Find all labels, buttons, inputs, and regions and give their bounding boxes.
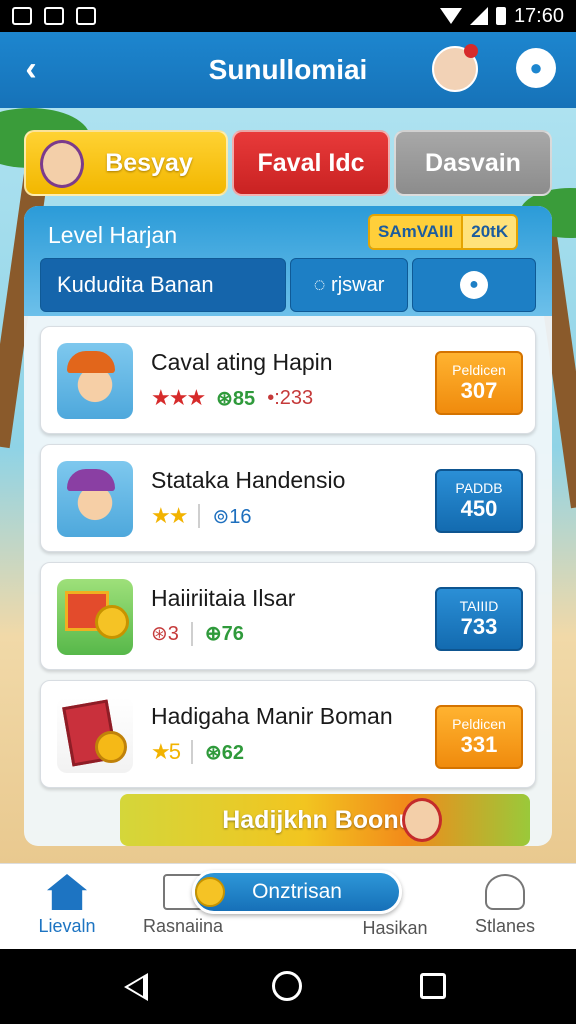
character-avatar <box>402 798 442 842</box>
tab-faval-idc[interactable]: Faval Idc <box>232 130 390 196</box>
character-avatar <box>40 140 84 188</box>
coin-icon <box>95 605 129 639</box>
currency-pill-value: 20tK <box>463 216 517 248</box>
page-title: Sunullomiai <box>208 54 368 85</box>
app-bar: ‹ Sunullomiai ● <box>0 32 576 108</box>
medal-icon <box>95 731 127 763</box>
system-back-icon[interactable] <box>124 973 148 1001</box>
price-label: PADDB <box>455 480 503 496</box>
price-value: 307 <box>460 378 498 403</box>
coin-icon <box>195 877 225 907</box>
item-name: Caval ating Hapin <box>151 349 333 375</box>
system-navigation-bar <box>0 949 576 1024</box>
signal-icon <box>469 7 488 25</box>
stat-score: ⊛85 <box>216 387 256 410</box>
image-notification-icon <box>44 7 64 25</box>
nav-label: Lievaln <box>38 916 96 936</box>
character-thumbnail <box>57 461 133 537</box>
chat-icon: ● <box>460 271 488 299</box>
stat-count: ⊕76 <box>204 623 244 645</box>
tab-label: Faval Idc <box>257 148 365 177</box>
item-name: Hadigaha Manir Boman <box>151 703 393 729</box>
item-stats: ⊛3 ⊕76 <box>151 621 244 646</box>
stat-score: ⊛3 <box>151 623 179 645</box>
gift-thumbnail <box>57 579 133 655</box>
app-notification-icon <box>76 7 96 25</box>
panel-title: Level Harjan <box>48 222 178 248</box>
divider <box>198 504 201 528</box>
hat-icon <box>67 351 115 373</box>
level-item[interactable]: Stataka Handensio ★★ ⊚16 PADDB 450 <box>40 444 536 552</box>
price-value: 733 <box>460 614 498 639</box>
price-button[interactable]: Peldicen 331 <box>435 705 523 769</box>
tab-dasvain[interactable]: Dasvain <box>394 130 552 196</box>
divider <box>190 740 193 764</box>
divider <box>190 621 193 646</box>
nav-center-label: Onztrisan <box>252 880 342 903</box>
filter-label: Kududita Banan <box>57 272 214 297</box>
status-time: 17:60 <box>513 4 564 27</box>
filter-button[interactable]: ◌ rjswar <box>290 258 408 312</box>
star-rating: ★★ <box>151 503 188 528</box>
level-item[interactable]: Haiiriitaia Ilsar ⊛3 ⊕76 TAIIID 733 <box>40 562 536 670</box>
home-icon <box>47 874 87 910</box>
notification-badge-icon <box>464 44 478 58</box>
nav-item-5[interactable]: Stlanes <box>450 874 560 937</box>
stat-score: ⊚16 <box>212 505 252 528</box>
price-value: 331 <box>460 732 498 757</box>
price-value: 450 <box>460 496 498 521</box>
price-button[interactable]: PADDB 450 <box>435 469 523 533</box>
price-label: Peldicen <box>452 362 506 378</box>
price-label: TAIIID <box>459 598 499 614</box>
currency-pill: SAmVAIII 20tK <box>368 214 519 250</box>
nav-item-4[interactable]: Hasikan <box>340 918 450 939</box>
book-thumbnail <box>57 697 133 773</box>
system-home-icon[interactable] <box>272 971 302 1001</box>
nav-label: Hasikan <box>362 918 428 938</box>
wifi-icon <box>439 8 462 24</box>
notification-icon <box>12 7 32 25</box>
status-bar: 17:60 <box>0 0 576 32</box>
nav-home[interactable]: Lievaln <box>12 874 122 937</box>
price-button[interactable]: TAIIID 733 <box>435 587 523 651</box>
star-rating: ★5 <box>151 739 181 764</box>
battery-icon <box>495 7 506 25</box>
item-stats: ★★ ⊚16 <box>151 503 251 529</box>
stat-score: ⊛62 <box>204 741 244 764</box>
nav-label: Rasnaiina <box>142 916 224 936</box>
tab-label: Dasvain <box>425 148 521 177</box>
bottom-navigation: Lievaln Rasnaiina Onztrisan Hasikan Stla… <box>0 863 576 949</box>
star-rating: ★★★ <box>151 385 206 410</box>
filter-label: ◌ rjswar <box>313 273 385 296</box>
tab-besyay[interactable]: Besyay <box>24 130 228 196</box>
bonus-label: Hadijkhn Boonus <box>222 805 428 834</box>
level-panel: Level Harjan SAmVAIII 20tK Kududita Bana… <box>24 206 552 846</box>
profile-avatar[interactable] <box>432 44 478 92</box>
item-name: Haiiriitaia Ilsar <box>151 585 296 611</box>
hat-icon <box>67 469 115 491</box>
chat-filter-button[interactable]: ● <box>412 258 536 312</box>
category-tabs: Besyay Faval Idc Dasvain <box>24 130 552 196</box>
system-recents-icon[interactable] <box>420 973 446 999</box>
filter-dropdown[interactable]: Kududita Banan <box>40 258 286 312</box>
price-button[interactable]: Peldicen 307 <box>435 351 523 415</box>
stat-count: •:233 <box>267 386 314 409</box>
nav-center-button[interactable]: Onztrisan <box>192 870 402 914</box>
tab-label: Besyay <box>105 148 193 177</box>
nav-label: Stlanes <box>474 916 536 936</box>
item-stats: ★★★ ⊛85 •:233 <box>151 385 313 411</box>
level-item[interactable]: Hadigaha Manir Boman ★5 ⊛62 Peldicen 331 <box>40 680 536 788</box>
item-name: Stataka Handensio <box>151 467 346 493</box>
price-label: Peldicen <box>452 716 506 732</box>
filter-row: Kududita Banan ◌ rjswar ● <box>40 258 536 312</box>
currency-pill-label: SAmVAIII <box>370 216 464 248</box>
chat-bubble-icon: ● <box>529 55 543 80</box>
level-item[interactable]: Caval ating Hapin ★★★ ⊛85 •:233 Peldicen… <box>40 326 536 434</box>
bonus-button[interactable]: Hadijkhn Boonus <box>120 794 530 846</box>
character-thumbnail <box>57 343 133 419</box>
item-stats: ★5 ⊛62 <box>151 739 244 765</box>
chat-button[interactable]: ● <box>516 48 556 88</box>
person-icon <box>485 874 525 910</box>
